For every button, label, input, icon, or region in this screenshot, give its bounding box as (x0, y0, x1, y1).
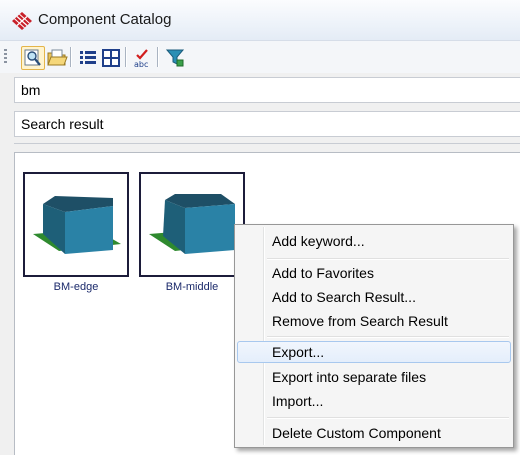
spellcheck-abc-icon: abc (134, 49, 148, 69)
menu-item-export[interactable]: Export... (237, 341, 511, 363)
block-component-icon (149, 194, 237, 254)
component-tile-bm-middle[interactable] (139, 172, 245, 277)
tile-view-icon (102, 49, 120, 67)
filter-export-icon (165, 49, 185, 67)
divider (14, 143, 520, 144)
search-input[interactable]: bm (14, 77, 520, 103)
toolbar-separator (125, 47, 127, 67)
menu-item-export-separate-files[interactable]: Export into separate files (237, 366, 511, 388)
menu-separator (267, 417, 509, 419)
open-folder-button[interactable] (45, 46, 69, 70)
menu-item-add-to-search-result[interactable]: Add to Search Result... (237, 286, 511, 308)
open-folder-icon (47, 49, 68, 66)
tile-label: BM-middle (165, 281, 219, 293)
tile-view-button[interactable] (99, 46, 123, 70)
svg-text:abc: abc (134, 60, 148, 69)
menu-separator (267, 336, 509, 338)
menu-separator (267, 258, 509, 260)
menu-item-import[interactable]: Import... (237, 390, 511, 412)
grid-app-icon (12, 12, 32, 30)
toolbar-grip[interactable] (4, 49, 7, 65)
result-header: Search result (14, 111, 520, 137)
toolbar-separator (70, 47, 72, 67)
filter-export-button[interactable] (163, 46, 187, 70)
menu-item-add-to-favorites[interactable]: Add to Favorites (237, 262, 511, 284)
list-view-icon (80, 51, 96, 64)
title-bar[interactable]: Component Catalog (0, 0, 520, 41)
toolbar: abc (0, 41, 520, 73)
window-title: Component Catalog (38, 11, 172, 28)
component-catalog-window: Component Catalog abc bm Search result B… (0, 0, 520, 455)
tile-label: BM-edge (53, 281, 99, 293)
list-view-button[interactable] (76, 46, 100, 70)
search-catalog-button[interactable] (21, 46, 45, 70)
component-tile-bm-edge[interactable] (23, 172, 129, 277)
menu-item-add-keyword[interactable]: Add keyword... (237, 230, 511, 252)
context-menu: Add keyword... Add to Favorites Add to S… (234, 224, 514, 448)
search-catalog-icon (24, 49, 41, 66)
spellcheck-button[interactable]: abc (131, 46, 155, 70)
block-component-icon (33, 196, 121, 254)
menu-item-remove-from-search-result[interactable]: Remove from Search Result (237, 310, 511, 332)
menu-item-delete-custom-component[interactable]: Delete Custom Component (237, 422, 511, 444)
toolbar-separator (157, 47, 159, 67)
